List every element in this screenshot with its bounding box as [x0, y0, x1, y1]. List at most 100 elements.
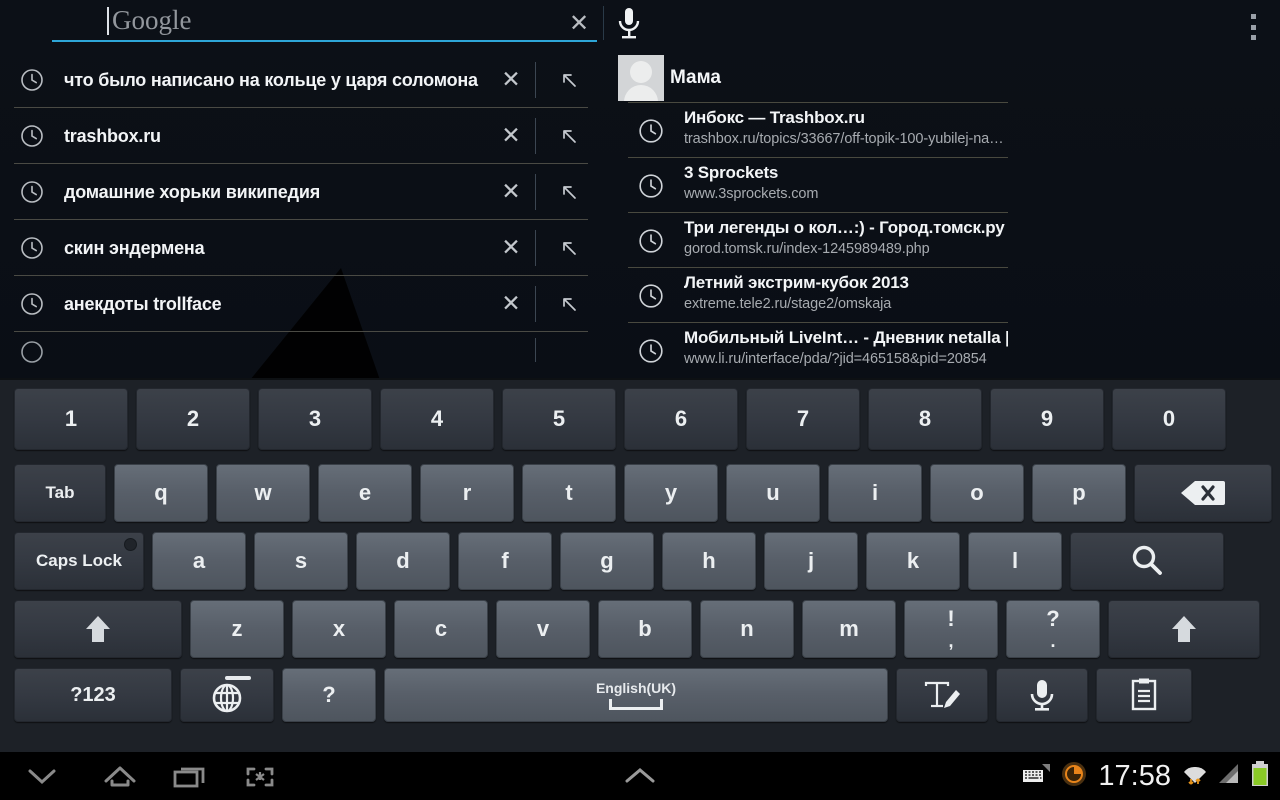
key-n[interactable]: n [700, 600, 794, 658]
key-a[interactable]: a [152, 532, 246, 590]
fill-query-icon[interactable] [558, 293, 580, 320]
microphone-icon[interactable] [612, 5, 646, 41]
list-item[interactable]: Мобильный LiveInt… - Дневник netalla | w… [628, 322, 1008, 377]
key-y[interactable]: y [624, 464, 718, 522]
key-2[interactable]: 2 [136, 388, 250, 450]
key-question[interactable]: ? [282, 668, 376, 722]
suggestion-text: анекдоты trollface [64, 294, 222, 314]
list-item[interactable]: анекдоты trollface ✕ [14, 276, 588, 332]
key-tab[interactable]: Tab [14, 464, 106, 522]
history-clock-icon [638, 283, 664, 314]
suggestion-text: скин эндермена [64, 238, 205, 258]
key-e[interactable]: e [318, 464, 412, 522]
key-3[interactable]: 3 [258, 388, 372, 450]
key-globe-language[interactable] [180, 668, 274, 722]
key-j[interactable]: j [764, 532, 858, 590]
key-shift-right[interactable] [1108, 600, 1260, 658]
key-c[interactable]: c [394, 600, 488, 658]
result-url: www.li.ru/interface/pda/?jid=465158&pid=… [684, 351, 987, 367]
screenshot-capture-icon[interactable] [240, 760, 280, 797]
key-caps-lock[interactable]: Caps Lock [14, 532, 144, 590]
chevron-down-hide-keyboard-icon[interactable] [22, 760, 62, 797]
key-i[interactable]: i [828, 464, 922, 522]
list-item[interactable]: что было написано на кольце у царя солом… [14, 52, 588, 108]
key-5[interactable]: 5 [502, 388, 616, 450]
fill-query-icon[interactable] [558, 69, 580, 96]
key-v[interactable]: v [496, 600, 590, 658]
key-backspace[interactable] [1134, 464, 1272, 522]
list-item-partial[interactable] [14, 332, 588, 363]
home-icon[interactable] [100, 760, 140, 797]
key-exclamation-comma[interactable]: ! , [904, 600, 998, 658]
divider [535, 286, 536, 322]
key-s[interactable]: s [254, 532, 348, 590]
key-d[interactable]: d [356, 532, 450, 590]
overflow-menu-icon[interactable] [1245, 14, 1261, 40]
clear-search-icon[interactable]: ✕ [565, 10, 593, 38]
contact-name: Мама [670, 67, 721, 88]
fill-query-icon[interactable] [558, 181, 580, 208]
history-clock-icon [20, 340, 44, 369]
key-shift-left[interactable] [14, 600, 182, 658]
key-r[interactable]: r [420, 464, 514, 522]
key-9[interactable]: 9 [990, 388, 1104, 450]
chevron-up-icon[interactable] [618, 760, 662, 797]
search-history-list: что было написано на кольце у царя солом… [0, 52, 600, 377]
remove-suggestion-icon[interactable]: ✕ [498, 292, 524, 318]
key-b[interactable]: b [598, 600, 692, 658]
key-o[interactable]: o [930, 464, 1024, 522]
space-language-label: English(UK) [595, 680, 677, 696]
recent-apps-icon[interactable] [170, 760, 210, 797]
key-h[interactable]: h [662, 532, 756, 590]
list-item[interactable]: скин эндермена ✕ [14, 220, 588, 276]
key-f[interactable]: f [458, 532, 552, 590]
contact-result[interactable]: Мама [612, 52, 1280, 102]
key-z[interactable]: z [190, 600, 284, 658]
list-item[interactable]: Три легенды о кол…:) - Город.томск.ру go… [628, 212, 1008, 267]
globe-dash-indicator [225, 676, 251, 680]
key-0[interactable]: 0 [1112, 388, 1226, 450]
key-microphone[interactable] [996, 668, 1088, 722]
history-clock-icon [638, 338, 664, 369]
key-p[interactable]: p [1032, 464, 1126, 522]
key-4[interactable]: 4 [380, 388, 494, 450]
divider [535, 118, 536, 154]
key-search[interactable] [1070, 532, 1224, 590]
keyboard-row-bottom: ?123 ? English(UK) [0, 668, 1280, 722]
list-item[interactable]: trashbox.ru ✕ [14, 108, 588, 164]
key-m[interactable]: m [802, 600, 896, 658]
fill-query-icon[interactable] [558, 237, 580, 264]
key-t[interactable]: t [522, 464, 616, 522]
remove-suggestion-icon[interactable]: ✕ [498, 180, 524, 206]
keyboard-indicator-icon[interactable] [1022, 762, 1052, 791]
key-clipboard[interactable] [1096, 668, 1192, 722]
key-handwriting[interactable] [896, 668, 988, 722]
list-item[interactable]: 3 Sprockets www.3sprockets.com [628, 157, 1008, 212]
key-u[interactable]: u [726, 464, 820, 522]
remove-suggestion-icon[interactable]: ✕ [498, 68, 524, 94]
key-q[interactable]: q [114, 464, 208, 522]
list-item[interactable]: Летний экстрим-кубок 2013 extreme.tele2.… [628, 267, 1008, 322]
key-g[interactable]: g [560, 532, 654, 590]
list-item[interactable]: Инбокс — Trashbox.ru trashbox.ru/topics/… [628, 102, 1008, 157]
key-question-period[interactable]: ? . [1006, 600, 1100, 658]
key-k[interactable]: k [866, 532, 960, 590]
history-clock-icon [638, 173, 664, 204]
keyboard-row-shift: z x c v b n m ! , ? . [0, 600, 1280, 658]
key-7[interactable]: 7 [746, 388, 860, 450]
list-item[interactable]: домашние хорьки википедия ✕ [14, 164, 588, 220]
key-8[interactable]: 8 [868, 388, 982, 450]
remove-suggestion-icon[interactable]: ✕ [498, 236, 524, 262]
key-symbols[interactable]: ?123 [14, 668, 172, 722]
key-space[interactable]: English(UK) [384, 668, 888, 722]
key-6[interactable]: 6 [624, 388, 738, 450]
key-l[interactable]: l [968, 532, 1062, 590]
search-input[interactable]: Google ✕ [52, 2, 640, 42]
orange-app-icon[interactable] [1061, 761, 1087, 792]
key-1[interactable]: 1 [14, 388, 128, 450]
key-x[interactable]: x [292, 600, 386, 658]
key-w[interactable]: w [216, 464, 310, 522]
result-title: Три легенды о кол…:) - Город.томск.ру [684, 218, 1005, 237]
remove-suggestion-icon[interactable]: ✕ [498, 124, 524, 150]
fill-query-icon[interactable] [558, 125, 580, 152]
